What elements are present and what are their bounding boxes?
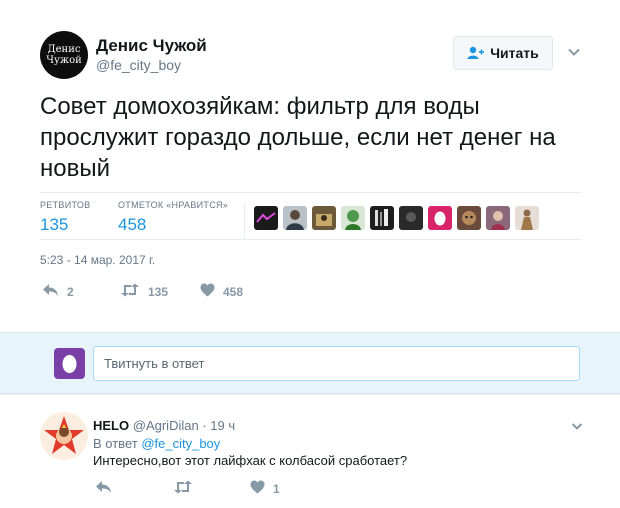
author-handle[interactable]: @fe_city_boy	[96, 57, 181, 73]
retweet-icon	[173, 480, 193, 497]
main-tweet: Денис Чужой Денис Чужой @fe_city_boy Чит…	[0, 0, 620, 332]
user-egg-avatar	[54, 348, 85, 379]
comment-text: Интересно,вот этот лайфхак с колбасой ср…	[93, 453, 408, 468]
reply-to-link[interactable]: @fe_city_boy	[141, 436, 220, 451]
reply-input[interactable]	[93, 346, 580, 381]
like-stat[interactable]: ОТМЕТОК «НРАВИТСЯ» 458	[118, 200, 228, 235]
tweet-timestamp[interactable]: 5:23 - 14 мар. 2017 г.	[40, 253, 155, 267]
comment-reply-action[interactable]	[95, 480, 112, 497]
retweet-stat-label: РЕТВИТОВ	[40, 200, 91, 210]
liker-avatar[interactable]	[399, 206, 423, 230]
liker-avatar[interactable]	[486, 206, 510, 230]
reply-prefix: В ответ	[93, 436, 138, 451]
commenter-avatar[interactable]	[40, 412, 88, 460]
author-avatar[interactable]: Денис Чужой	[40, 31, 88, 79]
liker-avatar[interactable]	[515, 206, 539, 230]
retweet-icon	[120, 283, 140, 300]
retweet-count: 135	[148, 284, 169, 299]
commenter-header: HELO @AgriDilan · 19 ч	[93, 418, 235, 433]
follow-label: Читать	[490, 45, 539, 61]
reply-icon	[95, 480, 112, 497]
like-stat-label: ОТМЕТОК «НРАВИТСЯ»	[118, 200, 229, 210]
comment-like-action[interactable]: 1	[250, 480, 280, 497]
liker-egg-avatar[interactable]	[428, 206, 452, 230]
follow-button[interactable]: Читать	[453, 36, 553, 70]
commenter-handle[interactable]: @AgriDilan	[133, 418, 199, 433]
reply-count: 2	[67, 284, 74, 299]
liker-avatars	[254, 206, 539, 230]
retweet-stat-value: 135	[40, 215, 69, 234]
tweet-text: Совет домохозяйкам: фильтр для воды прос…	[40, 93, 556, 182]
chevron-down-icon[interactable]	[566, 44, 582, 60]
like-stat-value: 458	[118, 215, 147, 234]
reply-action[interactable]: 2	[42, 283, 74, 300]
liker-avatar[interactable]	[312, 206, 336, 230]
reply-composer	[0, 332, 620, 394]
retweet-action[interactable]: 135	[120, 283, 168, 300]
author-name[interactable]: Денис Чужой	[96, 36, 207, 56]
liker-avatar[interactable]	[283, 206, 307, 230]
comment-retweet-action[interactable]	[173, 480, 193, 497]
liker-avatar[interactable]	[254, 206, 278, 230]
like-count: 458	[223, 284, 244, 299]
retweet-stat[interactable]: РЕТВИТОВ 135	[40, 200, 90, 235]
liker-avatar[interactable]	[370, 206, 394, 230]
comment-time[interactable]: 19 ч	[210, 418, 235, 433]
stat-divider	[244, 203, 245, 239]
follow-user-icon	[467, 46, 485, 60]
header-separator: ·	[202, 418, 207, 433]
like-action[interactable]: 458	[200, 283, 243, 300]
reply-icon	[42, 283, 59, 300]
reply-tweet: HELO @AgriDilan · 19 ч В ответ @fe_city_…	[0, 394, 620, 508]
liker-avatar[interactable]	[341, 206, 365, 230]
avatar-text-line1: Денис	[47, 44, 81, 55]
heart-icon	[200, 283, 215, 300]
commenter-name[interactable]: HELO	[93, 418, 129, 433]
reply-context: В ответ @fe_city_boy	[93, 436, 220, 451]
comment-like-count: 1	[273, 481, 280, 496]
tweet-stats: РЕТВИТОВ 135 ОТМЕТОК «НРАВИТСЯ» 458	[40, 192, 582, 240]
liker-avatar[interactable]	[457, 206, 481, 230]
heart-icon	[250, 480, 265, 497]
chevron-down-icon[interactable]	[570, 419, 584, 433]
avatar-text-line2: Чужой	[46, 55, 82, 66]
